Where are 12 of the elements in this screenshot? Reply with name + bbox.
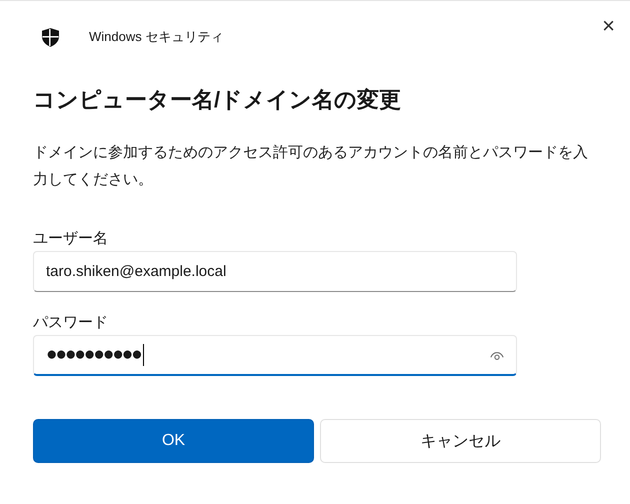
window-title: Windows セキュリティ (89, 28, 224, 46)
shield-icon (42, 28, 59, 46)
ok-button[interactable]: OK (33, 419, 314, 463)
dialog-heading: コンピューター名/ドメイン名の変更 (33, 86, 402, 114)
description-text: ドメインに参加するためのアクセス許可のあるアカウントの名前とパスワードを入力してください。 (33, 143, 589, 190)
cancel-button[interactable]: キャンセル (320, 419, 601, 463)
field-label: パスワード (33, 313, 109, 333)
field-label: ユーザー名 (33, 229, 109, 249)
input-field[interactable]: taro.shiken@example.local (33, 251, 517, 292)
close-button[interactable]: × (598, 15, 619, 37)
reveal-password-icon[interactable] (490, 350, 504, 360)
password-field[interactable]: ●●●●●●●●●● (33, 335, 517, 376)
